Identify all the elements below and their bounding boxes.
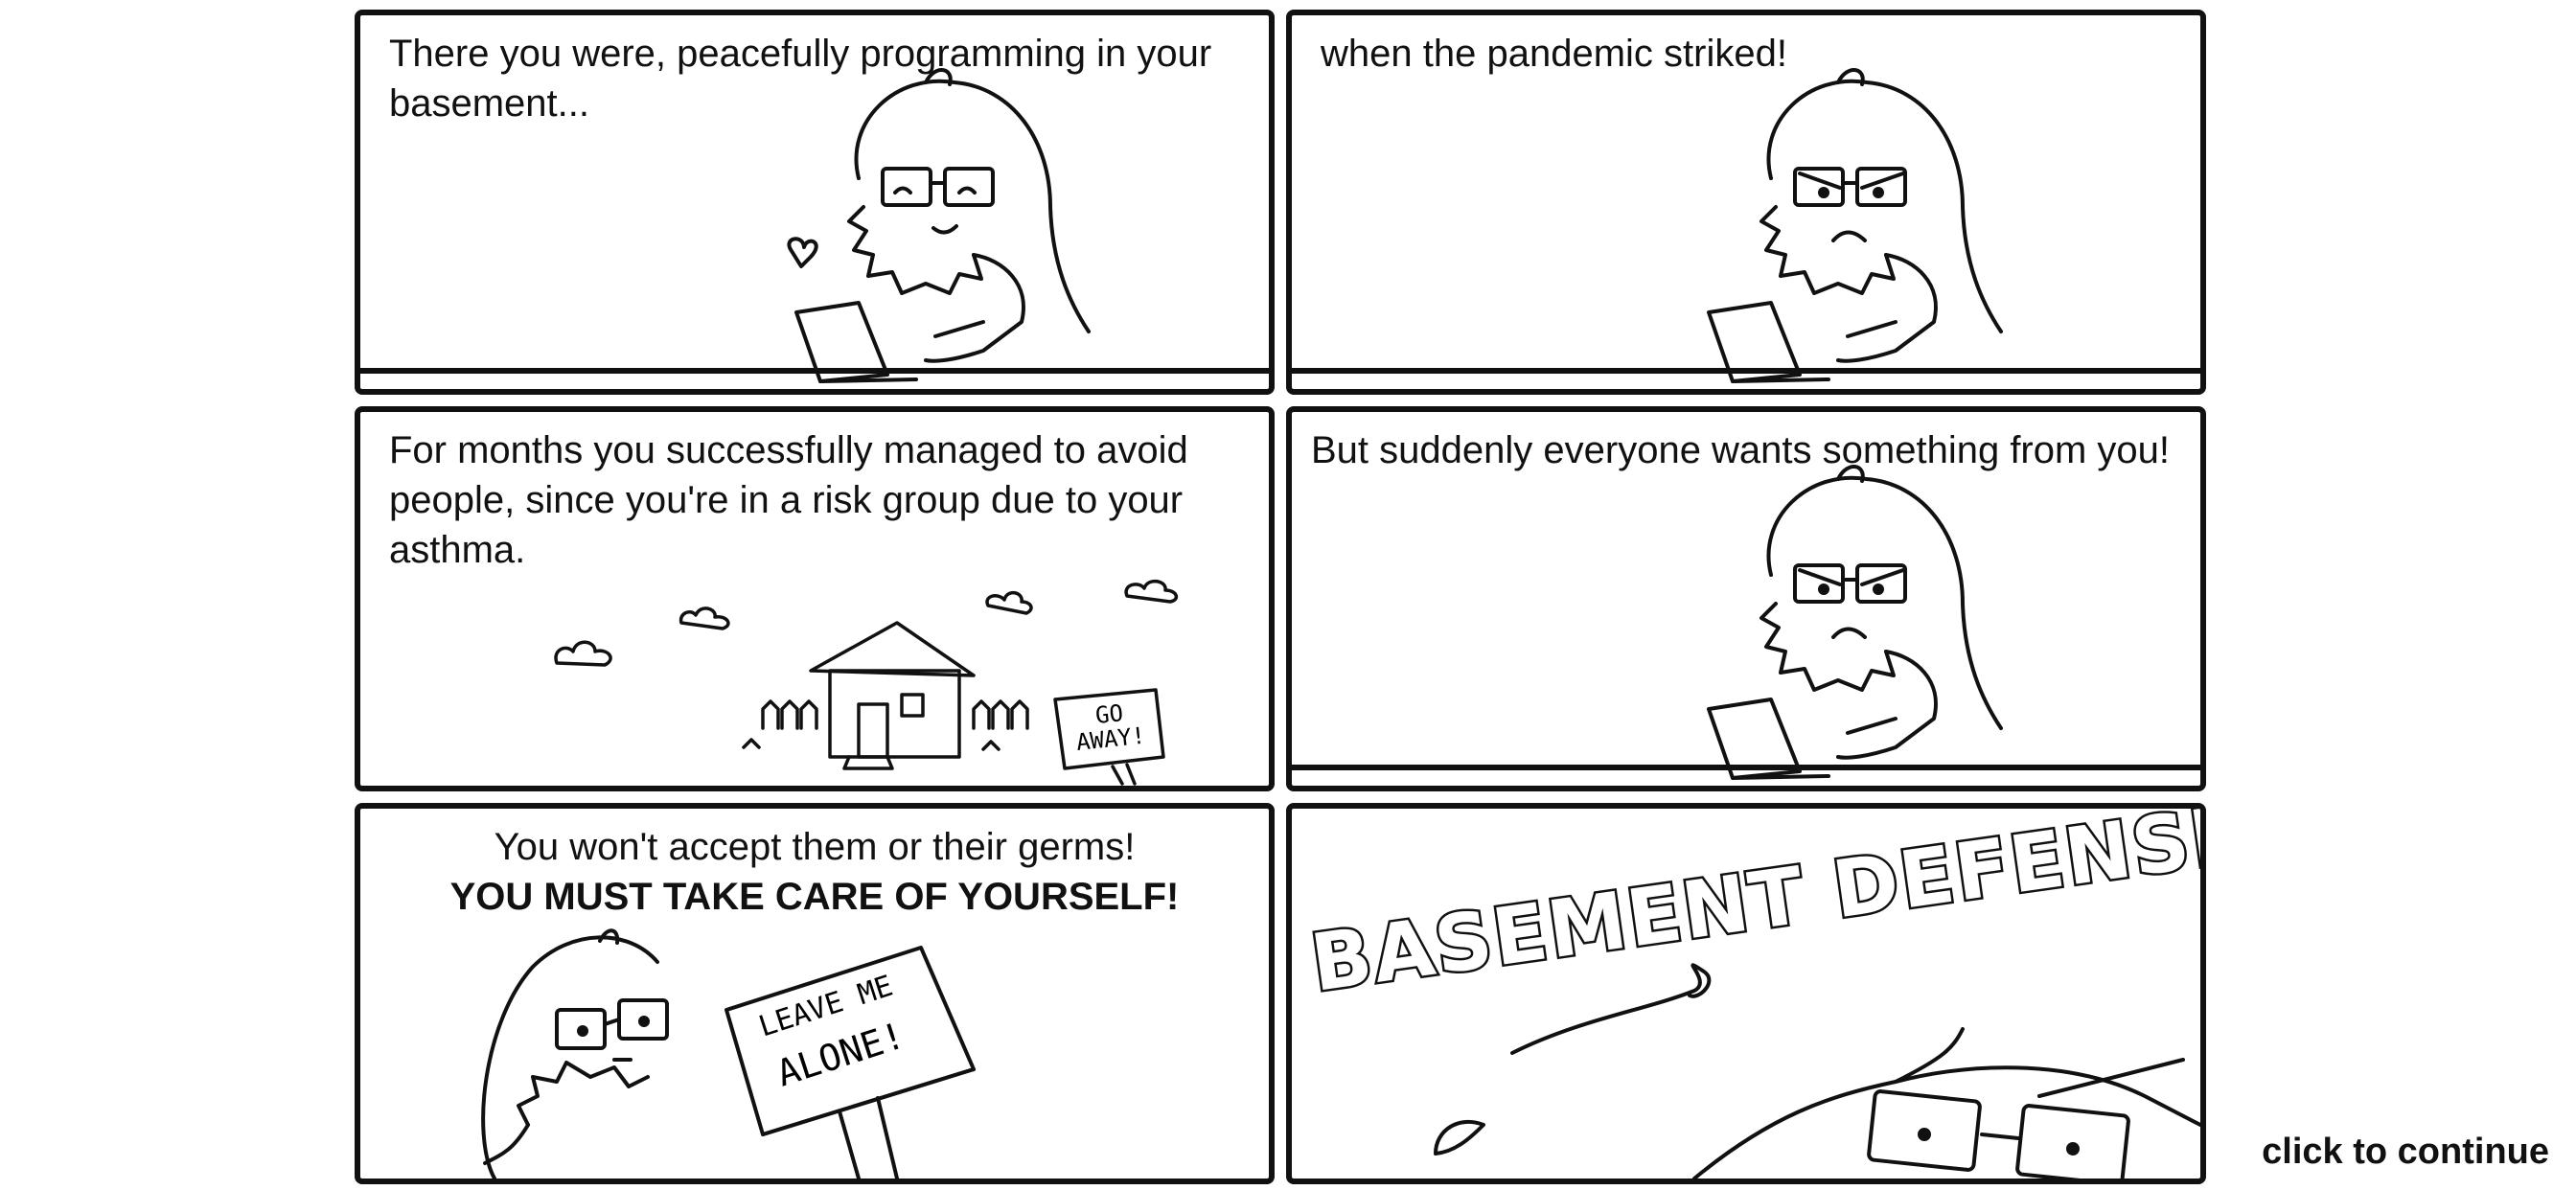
coder-angry-illustration: [1292, 15, 2200, 389]
desk-line: [360, 368, 1269, 374]
click-to-continue-button[interactable]: click to continue: [2262, 1132, 2549, 1173]
coder-sign-illustration: LEAVE ME ALONE!: [360, 809, 1269, 1179]
desk-line: [1292, 765, 2200, 770]
comic-panel-6: BASEMENT DEFENSE!: [1286, 803, 2206, 1184]
house-illustration: GO AWAY!: [360, 412, 1269, 786]
comic-panel-1: There you were, peacefully programming i…: [355, 10, 1275, 395]
comic-panel-3: For months you successfully managed to a…: [355, 406, 1275, 791]
cloud-icon: [556, 642, 610, 665]
comic-panel-2: when the pandemic striked!: [1286, 10, 2206, 395]
panel-6-title: BASEMENT DEFENSE!: [1306, 809, 2200, 1010]
desk-line: [1292, 368, 2200, 374]
basement-defense-illustration: BASEMENT DEFENSE!: [1303, 809, 2200, 1179]
comic-panel-5: You won't accept them or their germs! YO…: [355, 803, 1275, 1184]
coder-angry-illustration: [1292, 412, 2200, 786]
comic-panel-4: But suddenly everyone wants something fr…: [1286, 406, 2206, 791]
coder-happy-illustration: [360, 15, 1269, 389]
sign-text-line-2: AWAY!: [1075, 722, 1147, 756]
